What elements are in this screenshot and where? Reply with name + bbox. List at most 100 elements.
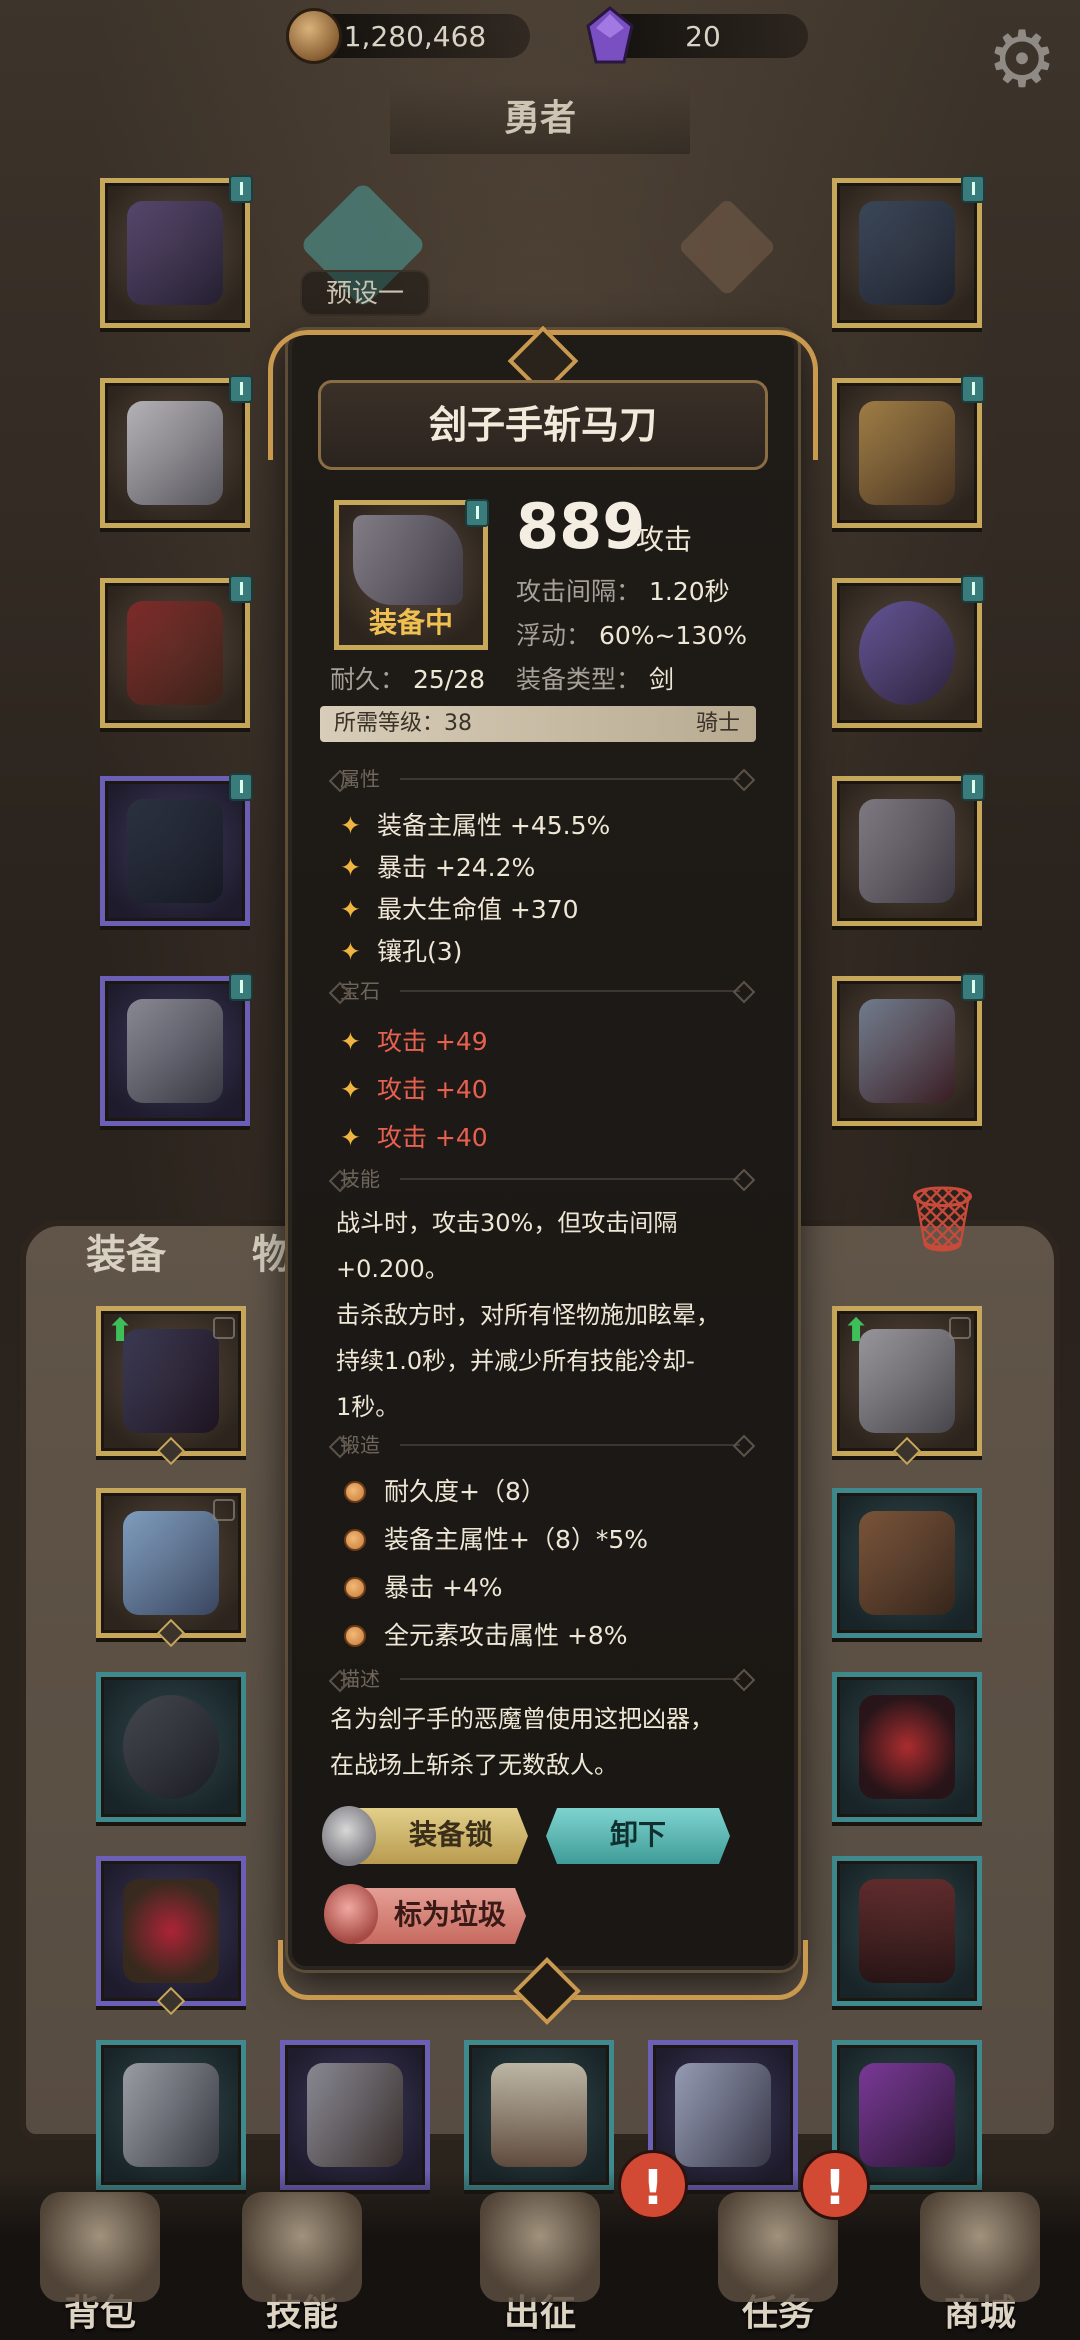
gear-icon[interactable]: ⚙ [982,20,1062,100]
chain-ring-icon [123,1695,219,1799]
equipped-badge-icon [961,973,985,1001]
section-label: 描述 [340,1667,380,1691]
forge-orb-icon [344,1577,366,1599]
top-bar: 1,280,468 20 ⚙ [0,0,1080,100]
preset-button[interactable]: 预设一 [300,270,430,316]
inventory-item[interactable] [832,1672,982,1822]
executioner-sword-icon [353,515,463,605]
type-key: 装备类型： [516,665,642,694]
durability: 耐久： 25/28 [330,660,485,696]
equip-slot-legs[interactable] [100,773,253,926]
upgrade-arrow-icon: ⬆ [106,1311,134,1349]
attribute-line: ✦ 镶孔(3) [340,937,463,966]
equip-slot-gloves[interactable] [100,575,253,728]
leather-boots-icon [859,1511,955,1615]
float-key: 浮动： [516,621,592,650]
section-gems: 宝石 [340,976,760,1006]
attack-label: 攻击 [636,523,693,556]
tab-equipment[interactable]: 装备 [86,1222,166,1280]
pants-icon [491,2063,587,2167]
section-label: 技能 [340,1167,380,1191]
equip-slot-offhand[interactable] [832,973,985,1126]
inventory-item[interactable] [280,2040,430,2190]
blade-icon [123,2063,219,2167]
durability-value: 25/28 [412,665,486,694]
eye-relic-icon [123,1879,219,1983]
equipped-badge-icon [961,375,985,403]
map-icon [480,2192,600,2302]
section-description: 描述 [340,1664,760,1694]
coin-icon [286,8,342,64]
nav-skills[interactable]: 技能 [222,2192,382,2336]
attack-interval: 攻击间隔： 1.20秒 [516,572,730,608]
attribute-line: ✦ 暴击 +24.2% [340,853,536,882]
forge-line: 装备主属性+（8）*5% [344,1520,648,1556]
equipment-type: 装备类型： 剑 [516,660,674,696]
forge-line: 耐久度+（8） [344,1472,546,1508]
nav-backpack[interactable]: 背包 [20,2192,180,2336]
required-class: 骑士 [695,711,740,736]
alert-icon: ! [800,2150,870,2220]
lock-icon [949,1317,971,1339]
inventory-item[interactable] [96,2040,246,2190]
star-icon: ✦ [340,895,361,924]
attribute-line: ✦ 装备主属性 +45.5% [340,811,611,840]
float-value: 60%~130% [598,621,747,650]
inventory-item[interactable]: ⬆ [96,1306,246,1466]
inventory-item[interactable] [96,1856,246,2016]
equip-slot-chest[interactable] [100,375,253,528]
inventory-item[interactable] [832,1856,982,2006]
inventory-item[interactable] [464,2040,614,2190]
inventory-item[interactable] [832,1488,982,1638]
skill-book-icon [242,2192,362,2302]
boots-icon [127,999,223,1103]
amulet-icon [859,201,955,305]
gem-line: ✦ 攻击 +40 [340,1075,488,1104]
coin-amount: 1,280,468 [343,19,487,53]
equipped-badge-icon [961,575,985,603]
equip-slot-weapon[interactable] [832,773,985,926]
nav-shop[interactable]: 商城 [900,2192,1060,2336]
equipped-badge-icon [961,175,985,203]
backpack-icon [40,2192,160,2302]
attack-interval-value: 1.20秒 [648,577,730,606]
junk-lantern-icon [324,1884,378,1944]
item-description: 名为刽子手的恶魔曾使用这把凶器， 在战场上斩杀了无数敌人。 [330,1705,714,1779]
ruby-pendant-icon [859,1695,955,1799]
forge-orb-icon [344,1481,366,1503]
inventory-item[interactable] [96,1488,246,1648]
equip-slot-ring[interactable] [832,575,985,728]
attack-interval-key: 攻击间隔： [516,577,642,606]
feather-helm-icon [675,2063,771,2167]
section-label: 属性 [340,767,380,791]
requirement-bar: 所需等级：38 骑士 [320,706,756,742]
inventory-item[interactable] [96,1672,246,1822]
equip-slot-amulet[interactable] [832,175,985,328]
alert-icon: ! [618,2150,688,2220]
equipped-badge-icon [465,499,489,527]
nav-expedition[interactable]: 出征 [460,2192,620,2336]
equipped-badge-icon [229,375,253,403]
trash-icon[interactable]: 🗑 [902,1180,983,1260]
chest-armor-icon [127,401,223,505]
equip-slot-helmet[interactable] [100,175,253,328]
gem-line: ✦ 攻击 +49 [340,1027,488,1056]
helmet-icon [127,201,223,305]
equipped-badge-icon [229,973,253,1001]
mark-as-junk-label: 标为垃圾 [393,1898,506,1931]
gem-line: ✦ 攻击 +40 [340,1123,488,1152]
equip-slot-bracer[interactable] [832,375,985,528]
type-value: 剑 [648,665,674,694]
hero-title: 勇者 [390,84,690,154]
pauldron-icon [859,1329,955,1433]
forge-orb-icon [344,1529,366,1551]
star-icon: ✦ [340,937,361,966]
gem-amount: 20 [685,19,721,53]
skirt-armor-icon [859,1879,955,1983]
inventory-item[interactable]: ⬆ [832,1306,982,1466]
equip-slot-boots[interactable] [100,973,253,1126]
unequip-button[interactable]: 卸下 [546,1808,730,1864]
shield-icon [859,999,955,1103]
item-icon-frame: 装备中 [334,499,489,650]
star-icon: ✦ [340,1123,361,1152]
